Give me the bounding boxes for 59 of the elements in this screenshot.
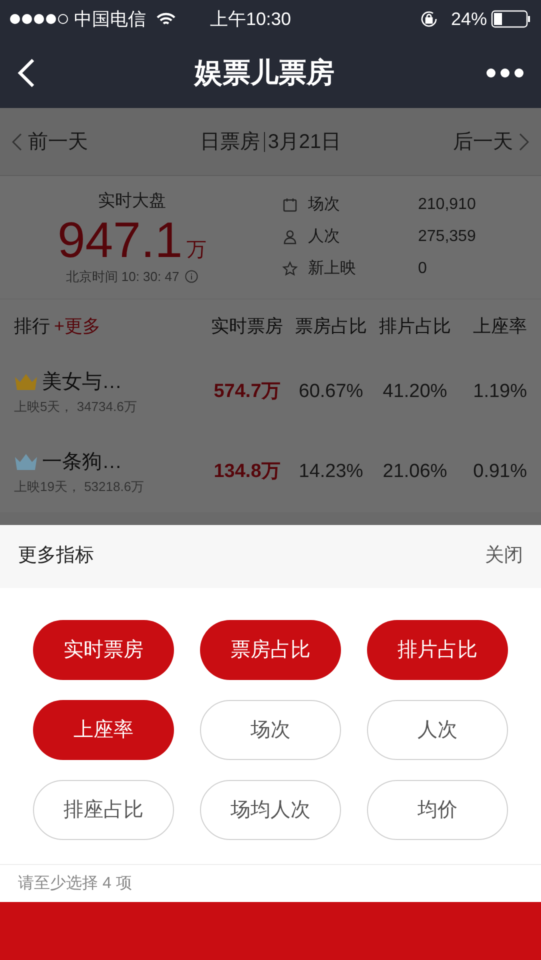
- table-cell-text: 574.7万: [212, 380, 282, 404]
- total-box-office: 947.1: [57, 213, 183, 267]
- metric-toggle[interactable]: 排片占比: [367, 620, 508, 680]
- carrier-text: 中国电信: [74, 8, 146, 30]
- metric-toggle[interactable]: 人次: [367, 700, 508, 760]
- stat-value: 210,910: [418, 195, 476, 215]
- next-day-button[interactable]: 后一天: [453, 126, 529, 156]
- metric-toggle[interactable]: 均价: [367, 780, 508, 840]
- chevron-right-icon: [519, 132, 529, 150]
- ranking-title: 排行: [14, 314, 50, 338]
- unit-text: 万: [186, 238, 207, 263]
- table-cell-text: 21.06%: [382, 460, 448, 484]
- metric-toggle[interactable]: 排座占比: [33, 780, 174, 840]
- stat-label: 新上映: [308, 258, 357, 279]
- metric-toggle[interactable]: 上座率: [33, 700, 174, 760]
- stat-value: 0: [418, 259, 427, 279]
- movie-subtitle: 上映5天， 34734.6万: [14, 398, 138, 416]
- summary-label: 实时大盘: [98, 190, 166, 212]
- column-header: 上座率: [472, 314, 527, 338]
- date-text[interactable]: 3月21日: [264, 132, 342, 152]
- daily-box-office-label: 日票房: [200, 130, 260, 154]
- column-header: 实时票房: [210, 314, 284, 338]
- movie-subtitle: 上映19天， 53218.6万: [14, 478, 146, 496]
- hint-text: 请至少选择 4 项: [18, 874, 132, 894]
- movie-title[interactable]: 一条狗…: [42, 447, 122, 478]
- star-icon: [282, 261, 298, 277]
- table-cell-text: 1.19%: [472, 380, 527, 404]
- table-cell-text: 134.8万: [212, 460, 282, 484]
- more-icon: [486, 68, 524, 78]
- column-header: 排片占比: [378, 314, 452, 338]
- close-button[interactable]: 关闭: [485, 542, 523, 571]
- battery-text: 24%: [450, 8, 487, 30]
- stat-label: 场次: [308, 195, 341, 215]
- movie-title[interactable]: 美女与…: [42, 367, 122, 398]
- previous-day-button[interactable]: 前一天: [12, 126, 88, 156]
- info-icon: [185, 270, 198, 284]
- stat-value: 275,359: [418, 227, 476, 247]
- chevron-left-icon: [12, 132, 22, 150]
- battery-icon: [491, 10, 531, 28]
- table-cell-text: 0.91%: [472, 460, 527, 484]
- table-cell-text: 60.67%: [298, 380, 364, 404]
- metric-toggle[interactable]: 场均人次: [200, 780, 341, 840]
- table-cell-text: 14.23%: [298, 460, 364, 484]
- sheet-title: 更多指标: [18, 544, 94, 568]
- metric-toggle[interactable]: 场次: [200, 700, 341, 760]
- signal-icon: [10, 14, 68, 24]
- page-title: 娱票儿票房: [192, 56, 336, 90]
- rotation-lock-icon: [418, 9, 439, 29]
- calendar-icon: [282, 197, 298, 213]
- person-icon: [282, 229, 298, 245]
- clock-text: 上午10:30: [210, 8, 292, 30]
- metric-toggle[interactable]: 票房占比: [200, 620, 341, 680]
- metric-toggle[interactable]: 实时票房: [33, 620, 174, 680]
- back-icon: [16, 57, 36, 89]
- column-header: 票房占比: [294, 314, 368, 338]
- update-time: 北京时间 10: 30: 47: [66, 268, 180, 286]
- stat-label: 人次: [308, 227, 341, 247]
- table-cell-text: 41.20%: [382, 380, 448, 404]
- wifi-icon: [156, 12, 176, 26]
